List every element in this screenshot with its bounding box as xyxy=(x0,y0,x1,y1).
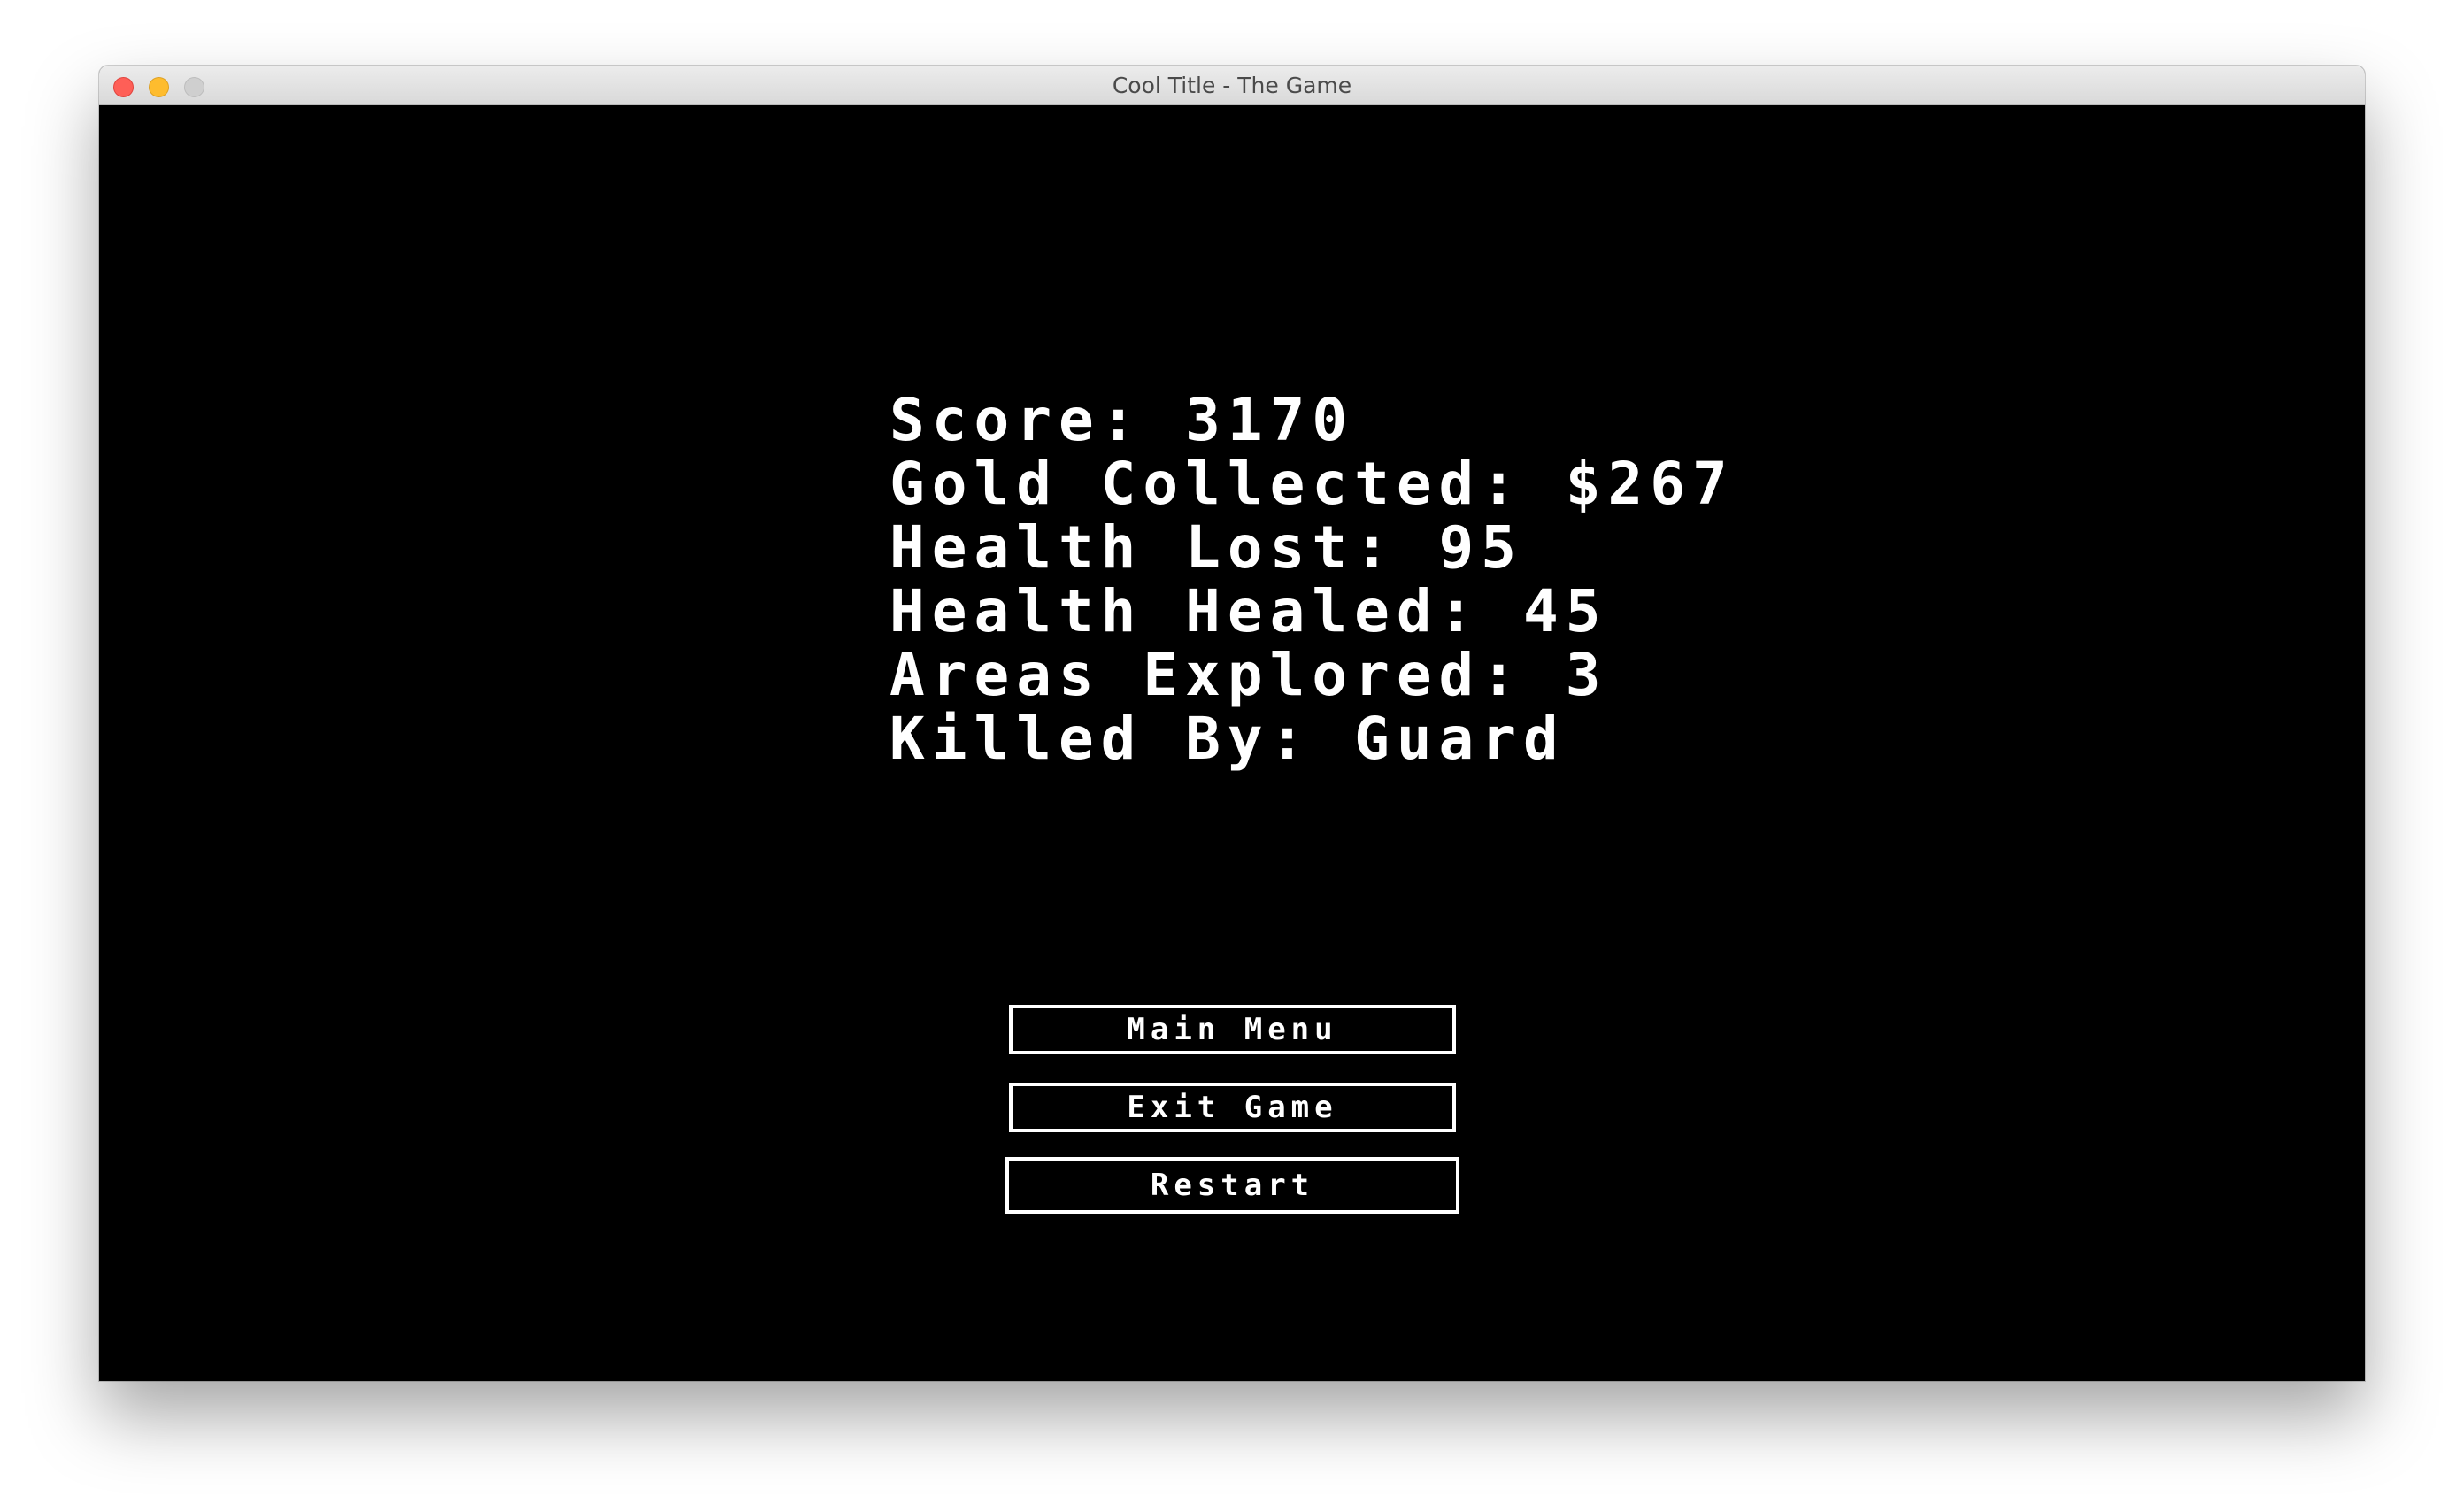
stat-health-healed: Health Healed: 45 xyxy=(889,577,1608,645)
stat-score: Score: 3170 xyxy=(889,386,1355,454)
game-window: Cool Title - The Game Score: 3170 Gold C… xyxy=(99,66,2365,1381)
game-over-screen: Score: 3170 Gold Collected: $267 Health … xyxy=(99,105,2365,1381)
exit-game-button[interactable]: Exit Game xyxy=(1009,1083,1456,1132)
main-menu-button[interactable]: Main Menu xyxy=(1009,1005,1456,1054)
stat-areas-explored: Areas Explored: 3 xyxy=(889,641,1608,709)
stat-gold-collected: Gold Collected: $267 xyxy=(889,450,1735,518)
window-title: Cool Title - The Game xyxy=(1112,73,1352,98)
stat-killed-by: Killed By: Guard xyxy=(889,705,1566,773)
stat-health-lost: Health Lost: 95 xyxy=(889,513,1524,582)
restart-button[interactable]: Restart xyxy=(1005,1157,1459,1214)
stats-list: Score: 3170 Gold Collected: $267 Health … xyxy=(889,389,1735,771)
title-bar[interactable]: Cool Title - The Game xyxy=(99,66,2365,105)
desktop: Cool Title - The Game Score: 3170 Gold C… xyxy=(0,0,2464,1512)
